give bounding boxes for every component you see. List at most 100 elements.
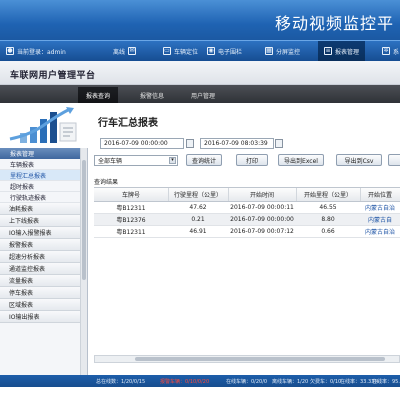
sidebar-group-label: 停车报表 [9,290,34,297]
print-button[interactable]: 打印 [236,154,268,166]
sidebar-group-online-offline[interactable]: 上下线报表 [0,215,80,227]
start-time-value: 2016-07-09 00:00:00 [104,140,168,147]
current-user-label: 当前登录：admin [17,48,66,56]
sidebar-group-fuel[interactable]: 油耗报表 [0,203,80,215]
footer-spacer [0,387,400,400]
print-button-label: 打印 [245,157,258,165]
cell-start-mileage: 46.55 [319,204,337,211]
cell-start-time: 2016-07-09 00:00:11 [230,204,294,211]
vehicle-select-value: 全部车辆 [98,158,123,165]
table-horizontal-scrollbar[interactable] [94,355,400,363]
query-button[interactable]: 查询统计 [186,154,222,166]
sidebar-group-label: 超速分析报表 [9,254,46,261]
cell-start-location-link[interactable]: 内蒙古自治 [360,226,400,237]
sidebar-section-reports[interactable]: 报表管理 [0,148,80,159]
cell-mileage: 0.21 [191,216,205,223]
tab-report-query[interactable]: 报表查询 [78,87,119,103]
sidebar-group-io-output[interactable]: IO输出报表 [0,311,80,323]
export-excel-button[interactable]: 导出到Excel [278,154,324,166]
nav-item-offline-label: 离线 [113,48,126,56]
sidebar-group-label: 油耗报表 [9,206,34,213]
column-divider [228,188,229,201]
product-title: 车联网用户管理平台 [10,71,96,81]
column-header-start-mileage[interactable]: 开始里程（公里） [296,188,360,201]
car-icon: ▭ [163,47,171,55]
sidebar-group-label: 上下线报表 [9,218,40,225]
export-csv-button[interactable]: 导出到Csv [336,154,382,166]
sidebar-group-io-input-alarm[interactable]: IO输入报警报表 [0,227,80,239]
start-calendar-icon[interactable] [186,139,194,148]
end-time-input[interactable]: 2016-07-09 08:03:39 [200,138,274,149]
report-icon: ≡ [324,47,332,55]
sidebar-item-vehicle-report[interactable]: 车辆报表 [0,159,80,170]
cell-plate: 粤B12376 [116,217,146,224]
cell-mileage: 46.91 [189,228,207,235]
nav-item-electronic-fence-label: 电子围栏 [218,48,243,56]
cell-start-location-link[interactable]: 内蒙古自治 [360,202,400,213]
column-header-mileage[interactable]: 行驶里程（公里） [168,188,228,201]
nav-item-vehicle-location[interactable]: ▭ 车辆定位 [163,41,198,61]
results-label: 查询结果 [94,179,119,186]
cell-start-location-link[interactable]: 内蒙古自 [360,214,400,225]
column-header-start-location[interactable]: 开始位置 [360,188,400,201]
nav-item-electronic-fence[interactable]: ◉ 电子围栏 [207,41,242,61]
sidebar-scrollbar-thumb[interactable] [82,160,86,280]
status-arrears: 欠费车：0/10 [310,378,342,385]
nav-item-report-management[interactable]: ≡ 报表管理 [318,41,366,61]
query-button-label: 查询统计 [191,157,216,165]
gear-icon: ✲ [382,47,390,55]
sidebar-group-alarm[interactable]: 报警报表 [0,239,80,251]
table-row[interactable]: 粤B12376 0.21 2016-07-09 00:00:00 8.80 内蒙… [94,214,400,226]
envelope-icon: ✉ [128,47,137,55]
cell-plate: 粤B12311 [116,229,146,236]
end-time-value: 2016-07-09 08:03:39 [204,140,268,147]
column-header-start-time[interactable]: 开始时间 [228,188,296,201]
export-excel-button-label: 导出到Excel [284,157,318,165]
column-header-plate[interactable]: 车牌号 [94,188,168,201]
nav-item-system[interactable]: ✲ 系 [382,41,399,61]
sidebar-group-label: IO输入报警报表 [9,230,52,237]
table-scrollbar-thumb[interactable] [135,357,385,361]
status-bar: 总在线数：1/20/0/15 报警车辆：0/10/0/20 在线车辆：0/20/… [0,375,400,387]
sidebar-group-parking[interactable]: 停车报表 [0,287,80,299]
nav-item-vehicle-location-label: 车辆定位 [174,48,199,56]
product-header: 车联网用户管理平台 [0,61,400,85]
sidebar-item-label: 里程汇总报表 [10,172,47,180]
nav-item-system-label: 系 [393,48,400,56]
start-time-input[interactable]: 2016-07-09 00:00:00 [100,138,184,149]
sidebar-item-timeout-report[interactable]: 超时报表 [0,181,80,192]
sidebar-item-track-report[interactable]: 行驶轨迹报表 [0,192,80,203]
nav-item-split-screen-label: 分屏监控 [276,48,301,56]
vehicle-select[interactable]: 全部车辆 ▾ [94,155,178,166]
sidebar-item-label: 行驶轨迹报表 [10,194,47,202]
sidebar-group-label: 通道监控报表 [9,266,46,273]
top-banner: 移动视频监控平 [0,0,400,40]
report-table: 车牌号 行驶里程（公里） 开始时间 开始里程（公里） 开始位置 粤B12311 … [94,187,400,238]
main-content: 行车汇总报表 2016-07-09 00:00:00 2016-07-09 08… [90,103,400,375]
sidebar-item-mileage-summary[interactable]: 里程汇总报表 [0,170,80,181]
tab-bar: 报表查询 报警信息 用户管理 [0,85,400,103]
status-total-online: 总在线数：1/20/0/15 [96,378,146,385]
top-navigation: ● 当前登录：admin 离线 ✉ ▭ 车辆定位 ◉ 电子围栏 ▦ 分屏监控 ≡… [0,40,400,61]
table-row[interactable]: 粤B12311 46.91 2016-07-09 00:07:12 0.66 内… [94,226,400,238]
nav-item-split-screen[interactable]: ▦ 分屏监控 [265,41,300,61]
more-button[interactable] [388,154,400,166]
current-user: ● 当前登录：admin [6,41,66,61]
tab-user-management[interactable]: 用户管理 [183,87,223,103]
cell-plate: 粤B12311 [116,205,146,212]
sidebar-group-channel-monitor[interactable]: 通道监控报表 [0,263,80,275]
table-row[interactable]: 粤B12311 47.62 2016-07-09 00:00:11 46.55 … [94,202,400,214]
nav-item-offline[interactable]: 离线 ✉ [113,41,137,61]
chevron-down-icon: ▾ [169,157,176,164]
app-window: 移动视频监控平 ● 当前登录：admin 离线 ✉ ▭ 车辆定位 ◉ 电子围栏 … [0,0,400,400]
sidebar-group-traffic[interactable]: 流量报表 [0,275,80,287]
tab-alarm-info[interactable]: 报警信息 [132,87,172,103]
end-calendar-icon[interactable] [275,139,283,148]
sidebar-scrollbar[interactable] [80,148,87,375]
column-divider [168,188,169,201]
sidebar-item-label: 超时报表 [10,183,35,191]
sidebar-group-speeding[interactable]: 超速分析报表 [0,251,80,263]
sidebar-group-region[interactable]: 区域报表 [0,299,80,311]
location-pin-icon: ◉ [207,47,215,55]
tab-report-query-label: 报表查询 [86,92,111,100]
